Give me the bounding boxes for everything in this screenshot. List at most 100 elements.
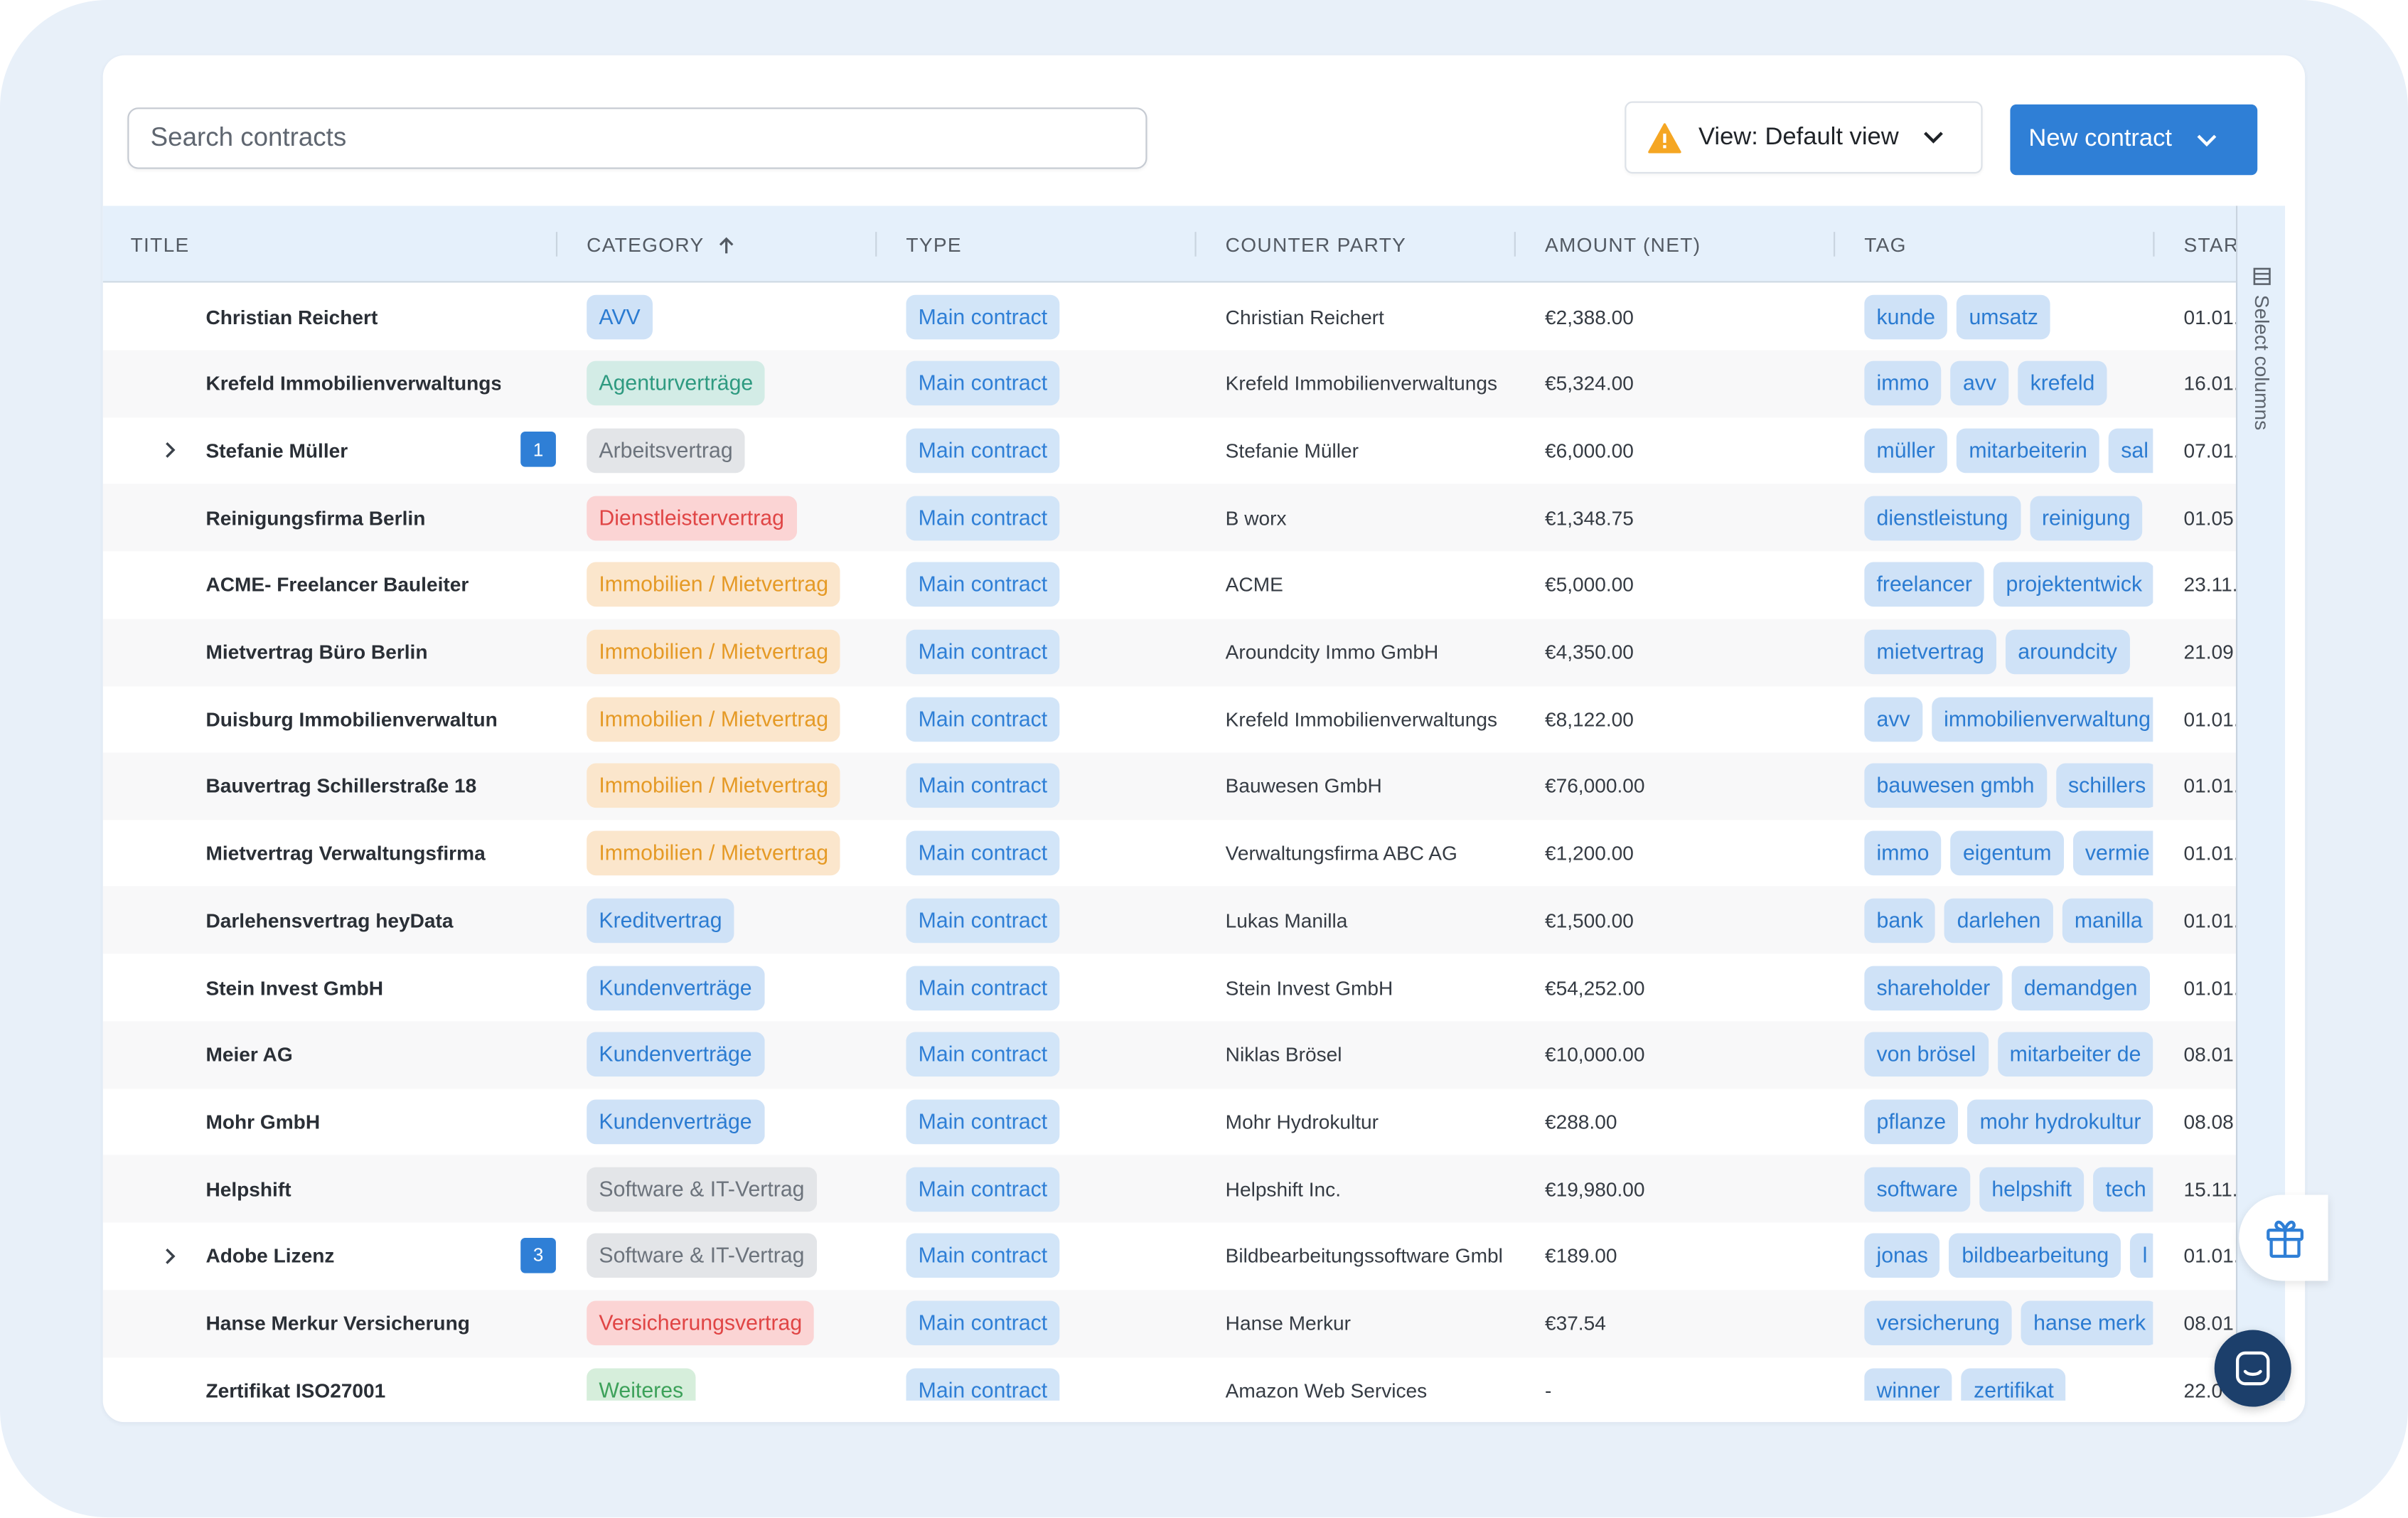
tag-chip[interactable]: immo	[1864, 830, 1942, 876]
tag-chip[interactable]: immobilienverwaltung	[1931, 696, 2153, 742]
contract-title[interactable]: Mietvertrag Büro Berlin	[205, 618, 501, 685]
tag-chip[interactable]: bildbearbeitung	[1949, 1234, 2121, 1278]
contract-title[interactable]: Hanse Merkur Versicherung	[205, 1289, 501, 1357]
tag-chip[interactable]: jonas	[1864, 1234, 1941, 1278]
contract-title[interactable]: Krefeld Immobilienverwaltungs	[205, 350, 501, 417]
contract-title[interactable]: Bauvertrag Schillerstraße 18	[205, 752, 501, 820]
table-row[interactable]: Mohr GmbH Kundenverträge Main contract Mohr…	[103, 1088, 2236, 1155]
start-date: 16.01.	[2183, 372, 2236, 395]
search-input[interactable]	[127, 107, 1147, 169]
chat-button[interactable]	[2214, 1330, 2291, 1407]
column-header-tag[interactable]: TAG	[1864, 233, 1907, 256]
table-row[interactable]: Stein Invest GmbH Kundenverträge Main cont…	[103, 953, 2236, 1021]
tag-chip[interactable]: mitarbeiter de	[1997, 1032, 2153, 1077]
expand-chevron-icon[interactable]	[164, 1222, 186, 1290]
column-resize-handle[interactable]	[1514, 232, 1516, 257]
table-row[interactable]: Christian Reichert AVV Main contract Christ…	[103, 282, 2236, 350]
table-row[interactable]: Bauvertrag Schillerstraße 18 Immobilien /…	[102, 752, 2236, 821]
new-contract-button[interactable]: New contract	[2010, 104, 2258, 176]
tag-chip[interactable]: schillers	[2055, 764, 2153, 809]
table-row[interactable]: Darlehensvertrag heyData Kreditvertrag Mai…	[102, 886, 2236, 955]
tag-chip[interactable]: freelancer	[1864, 562, 1985, 607]
contract-title[interactable]: ACME- Freelancer Bauleiter	[205, 551, 501, 619]
tag-chip[interactable]: eigentum	[1950, 830, 2064, 876]
tag-chip[interactable]: bank	[1864, 898, 1936, 943]
column-header-amount[interactable]: AMOUNT (NET)	[1545, 233, 1701, 256]
tag-chip[interactable]: reinigung	[2029, 495, 2143, 540]
contract-title[interactable]: Zertifikat ISO27001	[205, 1357, 501, 1401]
table-row[interactable]: 1 Stefanie Müller Arbeitsvertrag Main contr…	[103, 417, 2236, 484]
tag-chip[interactable]: krefeld	[2018, 361, 2107, 406]
tag-chip[interactable]: versicherung	[1864, 1300, 2012, 1346]
table-row[interactable]: Duisburg Immobilienverwaltun Immobilien /…	[103, 685, 2236, 753]
table-row[interactable]: Mietvertrag Büro Berlin Immobilien / Miet…	[102, 618, 2236, 686]
table-row[interactable]: Meier AG Kundenverträge Main contract Nikla…	[102, 1020, 2236, 1089]
column-header-start[interactable]: STAR	[2184, 233, 2236, 256]
counter-party: Niklas Brösel	[1225, 1043, 1342, 1067]
tag-chip[interactable]: mitarbeiterin	[1957, 428, 2100, 474]
table-row[interactable]: Reinigungsfirma Berlin Dienstleistervertr…	[102, 483, 2236, 552]
table-row[interactable]: Helpshift Software & IT-Vertrag Main contr…	[102, 1155, 2236, 1223]
tag-chip[interactable]: bauwesen gmbh	[1864, 764, 2047, 809]
contract-title[interactable]: Mohr GmbH	[205, 1088, 501, 1155]
tag-chip[interactable]: avv	[1864, 696, 1922, 742]
tag-chip[interactable]: mietvertrag	[1864, 629, 1997, 675]
contract-title[interactable]: Stefanie Müller	[205, 417, 501, 484]
tag-chip[interactable]: pflanze	[1864, 1099, 1959, 1144]
contract-title[interactable]: Helpshift	[205, 1155, 501, 1223]
tag-chip[interactable]: mohr hydrokultur	[1967, 1099, 2153, 1144]
column-header-counter-party[interactable]: COUNTER PARTY	[1226, 233, 1407, 256]
tag-chip[interactable]: dienstleistung	[1864, 495, 2021, 540]
tag-chip[interactable]: shareholder	[1864, 965, 2003, 1010]
tag-chip[interactable]: projektentwick	[1994, 562, 2153, 607]
tag-chip[interactable]: tech	[2093, 1166, 2153, 1212]
contract-title[interactable]: Stein Invest GmbH	[205, 953, 501, 1021]
tag-chip[interactable]: manilla	[2062, 898, 2153, 943]
select-columns-toggle[interactable]: Select columns	[2247, 267, 2277, 430]
tag-chip[interactable]: darlehen	[1944, 898, 2053, 943]
contract-title[interactable]: Mietvertrag Verwaltungsfirma	[205, 820, 501, 887]
chevron-down-icon[interactable]	[2197, 133, 2218, 146]
contract-title[interactable]: Reinigungsfirma Berlin	[205, 484, 501, 552]
contract-title[interactable]: Darlehensvertrag heyData	[205, 887, 501, 954]
table-row[interactable]: 3 Adobe Lizenz Software & IT-Vertrag Main c…	[103, 1222, 2236, 1290]
column-resize-handle[interactable]	[2153, 232, 2155, 257]
tag-chip[interactable]: demandgen	[2011, 965, 2150, 1010]
contract-title[interactable]: Meier AG	[205, 1021, 501, 1089]
gift-button[interactable]	[2239, 1194, 2328, 1281]
tag-chip[interactable]: hanse merk	[2021, 1300, 2153, 1346]
column-resize-handle[interactable]	[1834, 232, 1836, 257]
tag-chip[interactable]: aroundcity	[2006, 629, 2130, 675]
tag-chip[interactable]: avv	[1950, 361, 2009, 406]
column-header-type[interactable]: TYPE	[906, 233, 962, 256]
table-row[interactable]: Hanse Merkur Versicherung Versicherungsve…	[102, 1289, 2236, 1357]
column-resize-handle[interactable]	[875, 232, 877, 257]
expand-chevron-icon[interactable]	[164, 417, 186, 484]
tag-chip[interactable]: helpshift	[1979, 1166, 2085, 1212]
tag-chip[interactable]: müller	[1864, 428, 1948, 474]
column-resize-handle[interactable]	[1194, 232, 1197, 257]
column-header-category[interactable]: CATEGORY	[587, 233, 733, 257]
type-badge: Main contract	[906, 294, 1060, 339]
table-row[interactable]: Zertifikat ISO27001 Weiteres Main contract…	[103, 1357, 2236, 1401]
type-badge: Main contract	[906, 764, 1060, 809]
view-selector-button[interactable]: View: Default view	[1625, 101, 1983, 174]
tag-chip[interactable]: umsatz	[1957, 294, 2051, 339]
contract-title[interactable]: Christian Reichert	[205, 282, 501, 350]
tag-chip[interactable]: software	[1864, 1166, 1971, 1212]
column-header-title[interactable]: TITLE	[131, 233, 190, 256]
column-resize-handle[interactable]	[555, 232, 558, 257]
tag-chip[interactable]: von brösel	[1864, 1032, 1989, 1077]
tag-chip[interactable]: l	[2130, 1234, 2153, 1278]
tag-chip[interactable]: zertifikat	[1961, 1367, 2067, 1401]
table-row[interactable]: ACME- Freelancer Bauleiter Immobilien / M…	[103, 551, 2236, 619]
tag-chip[interactable]: winner	[1864, 1367, 1952, 1401]
tag-chip[interactable]: sal	[2109, 428, 2153, 474]
table-row[interactable]: Mietvertrag Verwaltungsfirma Immobilien /…	[103, 820, 2236, 887]
tag-chip[interactable]: immo	[1864, 361, 1942, 406]
tag-chip[interactable]: vermie	[2072, 830, 2153, 876]
contract-title[interactable]: Adobe Lizenz	[205, 1222, 501, 1290]
tag-chip[interactable]: kunde	[1864, 294, 1948, 339]
contract-title[interactable]: Duisburg Immobilienverwaltun	[205, 685, 501, 753]
table-row[interactable]: Krefeld Immobilienverwaltungs Agenturvert…	[102, 349, 2236, 417]
